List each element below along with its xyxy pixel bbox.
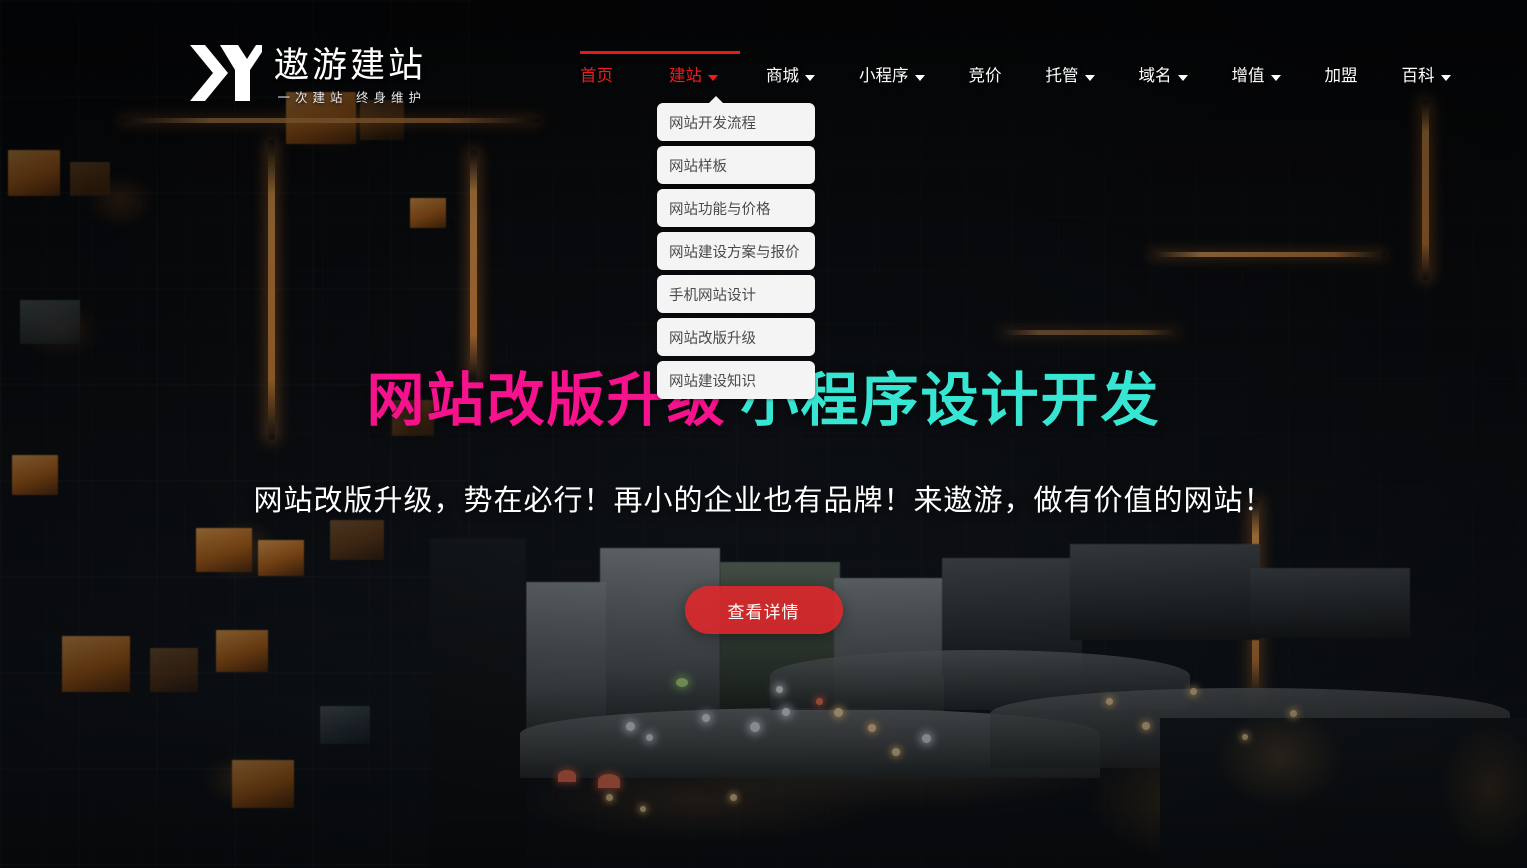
chevron-down-icon xyxy=(708,74,718,81)
chevron-down-icon xyxy=(1084,74,1095,81)
dropdown-item[interactable]: 网站改版升级 xyxy=(657,318,815,356)
main-navigation: 首页 建站 商城 小程序 竞价 托管 域名 增值 加盟 百科 xyxy=(580,52,1451,96)
chevron-down-icon xyxy=(805,74,815,81)
dropdown-item[interactable]: 网站建设知识 xyxy=(657,361,815,399)
nav-item-5[interactable]: 托管 xyxy=(1046,52,1095,96)
view-details-button[interactable]: 查看详情 xyxy=(684,586,843,634)
nav-item-0[interactable]: 首页 xyxy=(580,52,613,96)
dropdown-item[interactable]: 网站建设方案与报价 xyxy=(657,232,815,270)
dropdown-item[interactable]: 网站样板 xyxy=(657,146,815,184)
nav-item-6[interactable]: 域名 xyxy=(1139,52,1188,96)
nav-item-9[interactable]: 百科 xyxy=(1402,52,1451,96)
hero-cta-container: 查看详情 xyxy=(0,586,1527,634)
chevron-down-icon xyxy=(1440,74,1451,81)
nav-item-label: 竞价 xyxy=(968,67,1002,85)
dropdown-item[interactable]: 网站开发流程 xyxy=(657,103,815,141)
nav-item-label: 商城 xyxy=(766,67,799,85)
nav-item-label: 首页 xyxy=(580,67,613,85)
chevron-down-icon xyxy=(1270,74,1281,81)
nav-item-8[interactable]: 加盟 xyxy=(1325,52,1358,96)
hero-banner: 遨游建站 一次建站 终身维护 首页 建站 商城 小程序 竞价 托管 域名 增值 加盟 百科 网站开… xyxy=(0,0,1527,868)
site-header: 遨游建站 一次建站 终身维护 首页 建站 商城 小程序 竞价 托管 域名 增值 加盟 百科 网站开… xyxy=(0,0,1527,399)
nav-item-label: 增值 xyxy=(1231,67,1265,85)
nav-item-label: 建站 xyxy=(669,67,702,85)
nav-item-label: 加盟 xyxy=(1324,67,1358,85)
site-title: 遨游建站 xyxy=(274,46,427,85)
nav-item-2[interactable]: 商城 xyxy=(766,52,815,96)
chevron-down-icon xyxy=(1177,74,1188,81)
chevron-down-icon xyxy=(914,74,925,81)
dropdown-item[interactable]: 手机网站设计 xyxy=(657,275,815,313)
nav-item-3[interactable]: 小程序 xyxy=(859,52,925,96)
nav-item-7[interactable]: 增值 xyxy=(1232,52,1281,96)
nav-active-underline xyxy=(580,51,740,54)
nav-item-4[interactable]: 竞价 xyxy=(969,52,1002,96)
nav-item-1[interactable]: 建站 xyxy=(669,52,718,96)
nav-item-label: 托管 xyxy=(1045,67,1079,85)
nav-item-label: 百科 xyxy=(1401,67,1435,85)
dropdown-menu-jianzhan: 网站开发流程 网站样板网站功能与价格 网站建设方案与报价 手机网站设计 网站改版升级 网站… xyxy=(657,96,815,404)
nav-item-label: 小程序 xyxy=(859,67,909,85)
chevron-y-logo-icon xyxy=(190,45,262,101)
nav-item-label: 域名 xyxy=(1138,67,1172,85)
dropdown-pointer-icon xyxy=(708,96,724,104)
dropdown-item[interactable]: 网站功能与价格 xyxy=(657,189,815,227)
site-tagline: 一次建站 终身维护 xyxy=(277,91,427,105)
site-logo[interactable]: 遨游建站 一次建站 终身维护 xyxy=(188,42,426,107)
